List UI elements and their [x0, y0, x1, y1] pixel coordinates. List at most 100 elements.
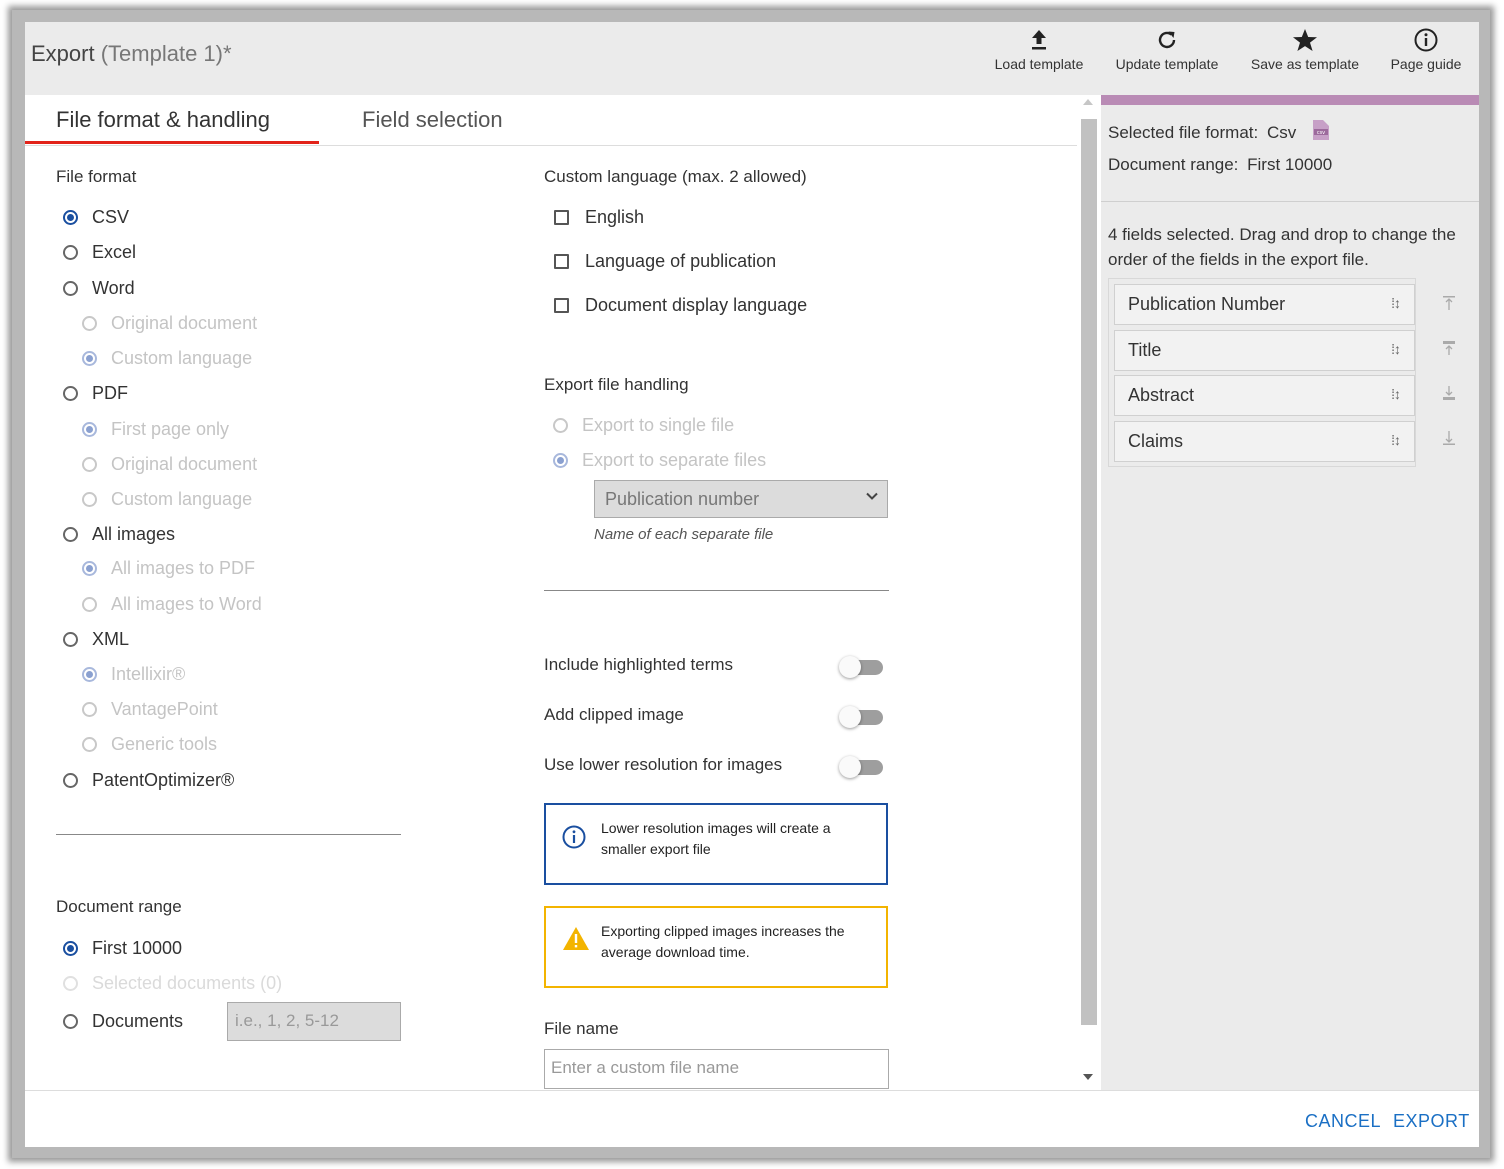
all-images-to-pdf-radio: All images to PDF — [82, 558, 255, 579]
field-item[interactable]: Abstract ⁞↕ — [1114, 375, 1415, 416]
radio-indicator — [82, 597, 97, 612]
format-excel-radio[interactable]: Excel — [63, 242, 136, 263]
warning-alert-text: Exporting clipped images increases the a… — [601, 923, 845, 960]
format-csv-radio[interactable]: CSV — [63, 207, 129, 228]
save-as-template-label: Save as template — [1250, 56, 1360, 72]
radio-indicator — [63, 527, 78, 542]
option-label: English — [585, 207, 645, 227]
toggle-knob — [839, 756, 861, 778]
option-label: First page only — [111, 419, 230, 439]
radio-indicator — [63, 632, 78, 647]
load-template-button[interactable]: Load template — [991, 28, 1087, 72]
field-item[interactable]: Publication Number ⁞↕ — [1114, 284, 1415, 325]
radio-indicator — [553, 453, 568, 468]
export-separate-files-radio: Export to separate files — [553, 450, 766, 471]
tab-file-format-handling[interactable]: File format & handling — [56, 107, 270, 133]
save-as-template-button[interactable]: Save as template — [1245, 28, 1365, 72]
include-highlighted-terms-toggle[interactable] — [839, 656, 885, 678]
format-pdf-radio[interactable]: PDF — [63, 383, 128, 404]
radio-indicator — [82, 422, 97, 437]
scroll-down-arrow[interactable] — [1083, 1074, 1093, 1080]
option-label: PDF — [92, 383, 128, 403]
language-publication-checkbox[interactable]: Language of publication — [554, 251, 776, 272]
file-name-hint: Name of each separate file — [594, 526, 774, 543]
add-clipped-image-label: Add clipped image — [544, 705, 684, 724]
lower-resolution-toggle[interactable] — [839, 756, 885, 778]
drag-handle-icon[interactable]: ⁞↕ — [1391, 386, 1401, 402]
lower-resolution-label: Use lower resolution for images — [544, 755, 783, 774]
radio-indicator — [82, 561, 97, 576]
radio-indicator — [82, 702, 97, 717]
radio-indicator — [63, 281, 78, 296]
field-label: Claims — [1128, 431, 1184, 451]
include-highlighted-terms-label: Include highlighted terms — [544, 655, 734, 674]
field-item[interactable]: Claims ⁞↕ — [1114, 421, 1415, 462]
info-icon — [1414, 28, 1438, 52]
document-range-row: Document range: First 10000 — [1108, 155, 1332, 175]
radio-indicator — [63, 773, 78, 788]
option-label: Export to separate files — [582, 450, 767, 470]
selected-format-value: Csv — [1266, 123, 1297, 142]
file-name-input[interactable]: Enter a custom file name — [544, 1049, 889, 1089]
option-label: Document display language — [585, 295, 808, 315]
option-label: XML — [92, 629, 130, 649]
move-to-top-icon[interactable] — [1441, 295, 1457, 311]
tab-field-selection[interactable]: Field selection — [362, 107, 503, 133]
range-documents-radio[interactable]: Documents — [63, 1011, 183, 1032]
radio-indicator — [63, 245, 78, 260]
documents-range-input[interactable]: i.e., 1, 2, 5-12 — [227, 1002, 401, 1041]
file-name-field-select[interactable]: Publication number — [594, 480, 888, 518]
field-label: Publication Number — [1128, 294, 1286, 314]
add-clipped-image-toggle[interactable] — [839, 706, 885, 728]
word-original-document-radio: Original document — [82, 313, 257, 334]
pdf-custom-language-radio: Custom language — [82, 489, 252, 510]
option-label: Custom language — [111, 348, 253, 368]
format-all-images-radio[interactable]: All images — [63, 524, 175, 545]
checkbox-box — [554, 210, 569, 225]
format-word-radio[interactable]: Word — [63, 278, 135, 299]
dialog-title-template: (Template 1)* — [100, 41, 232, 66]
select-value: Publication number — [605, 489, 760, 509]
checkbox-box — [554, 254, 569, 269]
move-up-icon[interactable] — [1441, 340, 1457, 356]
option-label: All images to Word — [111, 594, 262, 614]
move-down-icon[interactable] — [1441, 385, 1457, 401]
summary-panel: Selected file format: Csv csv Document r… — [1101, 95, 1479, 1090]
field-item[interactable]: Title ⁞↕ — [1114, 330, 1415, 371]
radio-indicator — [553, 418, 568, 433]
option-label: Custom language — [111, 489, 253, 509]
field-label: Abstract — [1128, 385, 1195, 405]
drag-handle-icon[interactable]: ⁞↕ — [1391, 295, 1401, 311]
pdf-first-page-only-radio: First page only — [82, 419, 229, 440]
pdf-original-document-radio: Original document — [82, 454, 257, 475]
language-display-checkbox[interactable]: Document display language — [554, 295, 807, 316]
radio-indicator — [63, 210, 78, 225]
drag-handle-icon[interactable]: ⁞↕ — [1391, 432, 1401, 448]
option-label: CSV — [92, 207, 130, 227]
export-single-file-radio: Export to single file — [553, 415, 734, 436]
radio-indicator — [63, 976, 78, 991]
drag-handle-icon[interactable]: ⁞↕ — [1391, 341, 1401, 357]
option-label: VantagePoint — [111, 699, 218, 719]
format-patentoptimizer-radio[interactable]: PatentOptimizer® — [63, 770, 234, 791]
option-label: First 10000 — [92, 938, 183, 958]
xml-intellixir-radio: Intellixir® — [82, 664, 185, 685]
page-guide-button[interactable]: Page guide — [1385, 28, 1467, 72]
scroll-up-arrow[interactable] — [1083, 99, 1093, 105]
format-xml-radio[interactable]: XML — [63, 629, 129, 650]
scrollbar[interactable] — [1078, 95, 1100, 1090]
file-format-heading: File format — [56, 167, 137, 186]
export-button[interactable]: EXPORT — [1393, 1111, 1470, 1132]
section-divider — [56, 834, 401, 835]
scroll-thumb[interactable] — [1081, 119, 1097, 1025]
checkbox-box — [554, 298, 569, 313]
language-english-checkbox[interactable]: English — [554, 207, 644, 228]
option-label: PatentOptimizer® — [92, 770, 235, 790]
update-template-button[interactable]: Update template — [1109, 28, 1225, 72]
page-guide-label: Page guide — [1390, 56, 1462, 72]
csv-file-icon: csv — [1311, 120, 1329, 145]
cancel-button[interactable]: CANCEL — [1305, 1111, 1381, 1132]
export-file-handling-heading: Export file handling — [544, 375, 689, 394]
move-to-bottom-icon[interactable] — [1441, 430, 1457, 446]
range-first-10000-radio[interactable]: First 10000 — [63, 938, 182, 959]
